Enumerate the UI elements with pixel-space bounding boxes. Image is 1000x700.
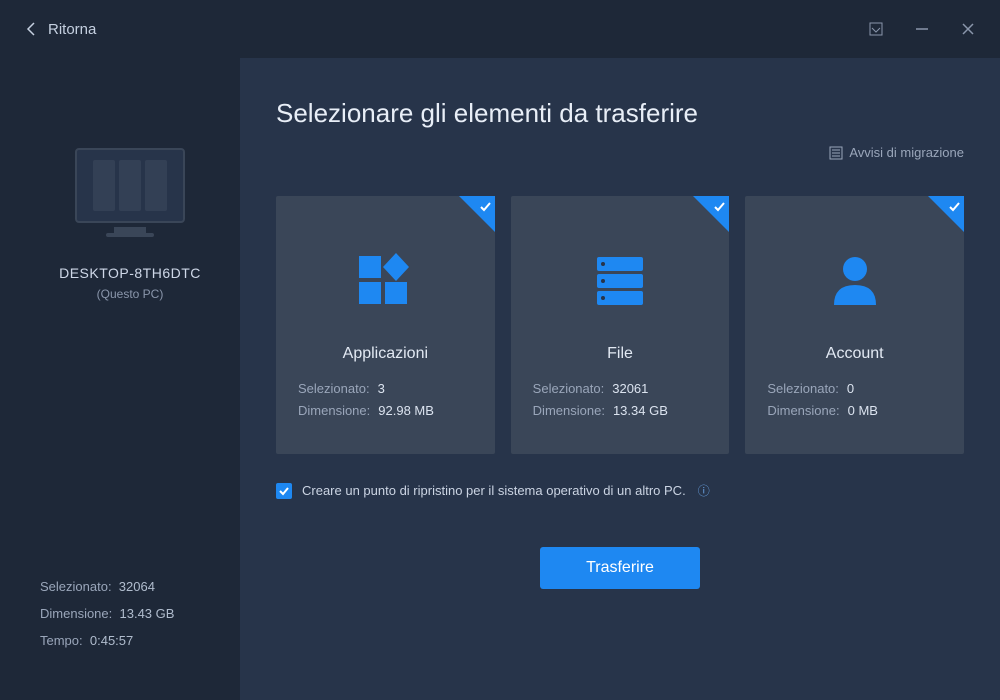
stat-size-value: 13.43 GB [120, 606, 175, 621]
card-title: Account [826, 345, 884, 363]
pc-subtitle: (Questo PC) [97, 287, 164, 301]
card-applications[interactable]: Applicazioni Selezionato: 3 Dimensione: 92… [276, 196, 495, 454]
card-selected-label: Selezionato: [767, 381, 839, 396]
transfer-button[interactable]: Trasferire [540, 547, 700, 589]
files-icon [589, 232, 651, 327]
restore-checkbox-label: Creare un punto di ripristino per il sis… [302, 483, 686, 498]
check-icon [278, 485, 290, 497]
card-size-label: Dimensione: [298, 403, 370, 418]
card-check-corner [459, 196, 495, 232]
stat-size-label: Dimensione: [40, 606, 112, 621]
minimize-window-button[interactable] [914, 21, 930, 37]
card-size-value: 92.98 MB [378, 403, 434, 418]
stat-selected-label: Selezionato: [40, 579, 112, 594]
card-size-label: Dimensione: [767, 403, 839, 418]
card-title: Applicazioni [343, 345, 428, 363]
stat-selected-value: 32064 [119, 579, 155, 594]
list-icon [829, 146, 843, 160]
card-selected-label: Selezionato: [298, 381, 370, 396]
card-check-corner [693, 196, 729, 232]
card-selected-value: 3 [378, 381, 385, 396]
card-selected-value: 0 [847, 381, 854, 396]
card-title: File [607, 345, 633, 363]
restore-checkbox[interactable] [276, 483, 292, 499]
dropdown-window-button[interactable] [868, 21, 884, 37]
back-label: Ritorna [48, 21, 96, 38]
pc-monitor-icon [75, 148, 185, 223]
stat-time-value: 0:45:57 [90, 633, 133, 648]
migration-notice-link[interactable]: Avvisi di migrazione [829, 145, 964, 160]
card-account[interactable]: Account Selezionato: 0 Dimensione: 0 MB [745, 196, 964, 454]
card-selected-value: 32061 [612, 381, 648, 396]
card-size-value: 13.34 GB [613, 403, 668, 418]
card-size-value: 0 MB [848, 403, 878, 418]
close-window-button[interactable] [960, 21, 976, 37]
page-title: Selezionare gli elementi da trasferire [276, 98, 964, 129]
arrow-left-icon [24, 21, 40, 37]
card-size-label: Dimensione: [533, 403, 605, 418]
card-check-corner [928, 196, 964, 232]
stat-time-label: Tempo: [40, 633, 83, 648]
help-icon[interactable]: ⓘ [698, 482, 710, 499]
apps-icon [353, 232, 417, 327]
account-icon [824, 232, 886, 327]
pc-name: DESKTOP-8TH6DTC [59, 265, 201, 281]
card-selected-label: Selezionato: [533, 381, 605, 396]
migration-notice-label: Avvisi di migrazione [849, 145, 964, 160]
back-button[interactable]: Ritorna [24, 21, 96, 38]
card-files[interactable]: File Selezionato: 32061 Dimensione: 13.34 … [511, 196, 730, 454]
